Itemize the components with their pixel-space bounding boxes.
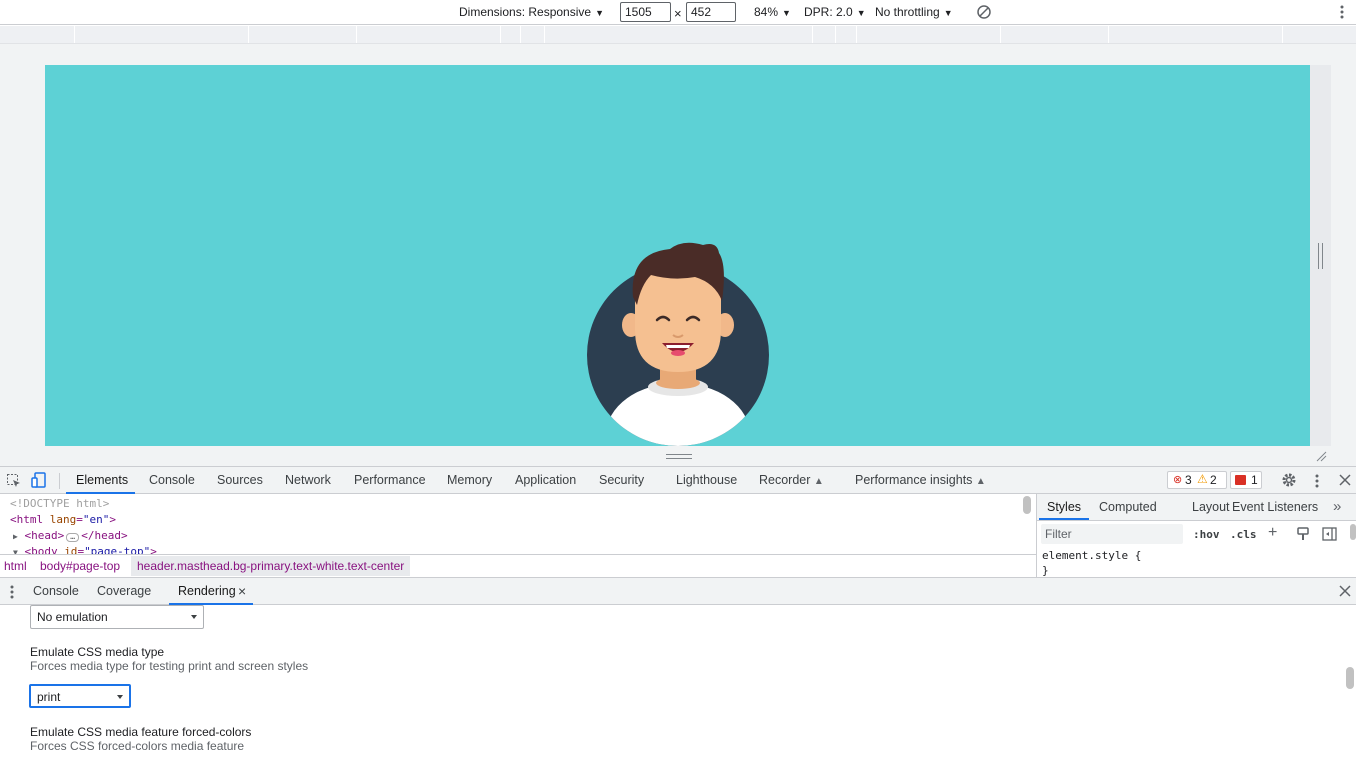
drawer-tab-console[interactable]: Console [33, 584, 79, 598]
breadcrumb-html[interactable]: html [4, 559, 27, 573]
forced-colors-description: Forces CSS forced-colors media feature [30, 739, 245, 753]
cls-toggle[interactable]: .cls [1230, 528, 1257, 541]
warning-icon: ⚠ [1197, 472, 1208, 486]
media-query-ruler[interactable] [0, 26, 1356, 44]
issue-icon [1235, 475, 1246, 485]
times-sign: × [674, 6, 682, 21]
tab-security[interactable]: Security [599, 473, 644, 487]
styles-filter-input[interactable]: Filter [1041, 524, 1183, 544]
width-input[interactable]: 1505 [620, 2, 671, 22]
dimensions-dropdown[interactable]: Dimensions: Responsive ▼ [459, 5, 604, 19]
breadcrumb-header[interactable]: header.masthead.bg-primary.text-white.te… [131, 556, 411, 576]
html-node[interactable]: <html lang="en"> [10, 513, 116, 526]
error-count: 3 [1185, 473, 1192, 487]
rotate-icon[interactable] [976, 4, 992, 20]
breadcrumb-body[interactable]: body#page-top [40, 559, 120, 573]
element-style-rule[interactable]: element.style { [1042, 549, 1141, 562]
tab-computed[interactable]: Computed [1099, 500, 1157, 514]
media-type-description: Forces media type for testing print and … [30, 659, 309, 673]
hov-toggle[interactable]: :hov [1193, 528, 1220, 541]
inspect-element-icon[interactable] [6, 473, 21, 488]
head-node[interactable]: ▶ <head>… </head> [13, 529, 128, 542]
close-rendering-tab-icon[interactable]: × [238, 583, 246, 599]
tab-recorder[interactable]: Recorder ▲ [759, 473, 824, 487]
drawer-tabbar: Console Coverage Rendering × [0, 577, 1356, 605]
customize-devtools-icon[interactable] [1311, 473, 1323, 489]
tab-performance[interactable]: Performance [354, 473, 426, 487]
rendering-scrollbar[interactable] [1346, 667, 1354, 689]
element-style-close: } [1042, 564, 1049, 577]
tab-lighthouse[interactable]: Lighthouse [676, 473, 737, 487]
drawer-menu-icon[interactable] [8, 584, 16, 600]
paint-brush-icon[interactable] [1296, 527, 1310, 541]
error-icon: ⊗ [1173, 474, 1183, 486]
drawer-tab-coverage[interactable]: Coverage [97, 584, 151, 598]
tab-layout[interactable]: Layout [1192, 500, 1230, 514]
drawer-tab-rendering[interactable]: Rendering [178, 584, 236, 598]
bottom-resize-handle[interactable] [45, 446, 1311, 466]
avatar [587, 242, 769, 446]
flask-icon: ▲ [813, 476, 824, 487]
breadcrumb: html body#page-top header.masthead.bg-pr… [0, 554, 1036, 577]
issues-counter[interactable]: 1 [1230, 471, 1262, 489]
throttling-dropdown[interactable]: No throttling ▼ [875, 5, 953, 19]
emulation-select[interactable]: No emulation [30, 605, 204, 629]
corner-resize-icon[interactable] [1315, 450, 1327, 462]
media-type-select[interactable]: print [29, 684, 131, 708]
forced-colors-title: Emulate CSS media feature forced-colors [30, 725, 252, 739]
tab-memory[interactable]: Memory [447, 473, 492, 487]
tab-event-listeners[interactable]: Event Listeners [1232, 500, 1318, 514]
zoom-dropdown[interactable]: 84% ▼ [754, 5, 791, 19]
dpr-dropdown[interactable]: DPR: 2.0 ▼ [804, 5, 866, 19]
elements-scrollbar[interactable] [1023, 496, 1031, 514]
doctype-line[interactable]: <!DOCTYPE html> [10, 497, 109, 510]
device-toolbar: Dimensions: Responsive ▼ 1505 × 452 84% ▼ … [0, 0, 1356, 25]
tab-console[interactable]: Console [149, 473, 195, 487]
warning-count: 2 [1210, 473, 1217, 487]
body-node[interactable]: ▼ <body id="page-top"> [13, 545, 157, 554]
device-toggle-icon[interactable] [31, 472, 47, 488]
more-options-icon[interactable] [1336, 4, 1348, 20]
console-counters[interactable]: ⊗ 3 ⚠ 2 [1167, 471, 1227, 489]
rendering-panel: No emulation Emulate CSS media type Forc… [0, 605, 1356, 761]
settings-gear-icon[interactable] [1281, 472, 1297, 488]
height-input[interactable]: 452 [686, 2, 736, 22]
close-drawer-icon[interactable] [1339, 585, 1351, 597]
masthead [45, 65, 1311, 446]
tab-styles[interactable]: Styles [1047, 500, 1081, 514]
new-rule-icon[interactable]: + [1268, 524, 1277, 542]
tab-performance-insights[interactable]: Performance insights ▲ [855, 473, 986, 487]
tab-network[interactable]: Network [285, 473, 331, 487]
elements-tree[interactable]: <!DOCTYPE html> <html lang="en"> ▶ <head… [0, 494, 1036, 554]
styles-scrollbar[interactable] [1350, 524, 1356, 540]
tab-elements[interactable]: Elements [76, 473, 128, 487]
media-type-title: Emulate CSS media type [30, 645, 165, 659]
more-tabs-icon[interactable]: » [1333, 498, 1341, 515]
devtools-tabbar: Elements Console Sources Network Perform… [0, 466, 1356, 494]
right-resize-handle[interactable] [1310, 65, 1331, 446]
flask-icon: ▲ [975, 476, 986, 487]
styles-pane: Styles Computed Layout Event Listeners »… [1036, 494, 1356, 577]
close-devtools-icon[interactable] [1339, 474, 1351, 486]
tab-application[interactable]: Application [515, 473, 576, 487]
toggle-sidebar-icon[interactable] [1322, 527, 1337, 541]
tab-sources[interactable]: Sources [217, 473, 263, 487]
issue-count: 1 [1251, 473, 1258, 487]
